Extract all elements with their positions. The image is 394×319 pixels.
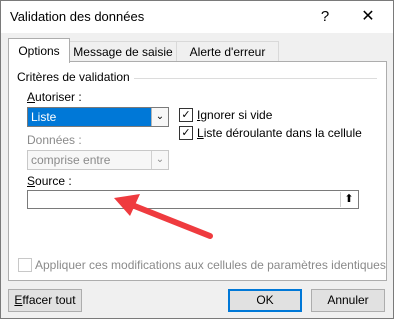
tab-options[interactable]: Options xyxy=(8,38,70,63)
